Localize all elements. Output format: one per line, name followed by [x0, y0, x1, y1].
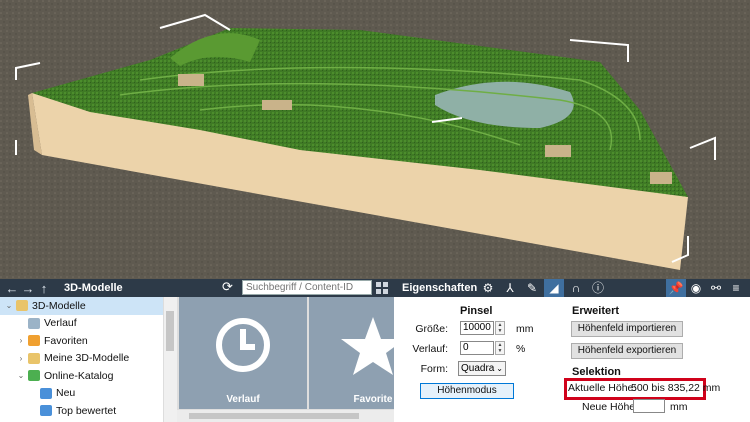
tunnel-icon[interactable]: ∩ — [566, 279, 586, 297]
size-field[interactable]: 10000 — [460, 321, 494, 335]
catalog-toolbar: ← → ↑ 3D-Modelle ⟳ — [0, 279, 394, 297]
gradient-unit: % — [516, 343, 526, 355]
tile-label: Verlauf — [226, 394, 260, 405]
top-rated-icon — [40, 405, 52, 417]
new-height-unit: mm — [670, 401, 688, 413]
pinsel-heading: Pinsel — [460, 305, 493, 317]
chevron-down-icon: ⌄ — [496, 364, 503, 373]
grid-view-icon[interactable] — [376, 282, 388, 294]
shape-value: Quadra — [461, 363, 495, 374]
clock-icon — [216, 318, 270, 372]
chevron-right-icon[interactable]: › — [16, 336, 26, 345]
tree-item[interactable]: › Meine 3D-Modelle — [0, 350, 177, 368]
arrow-right-icon[interactable]: → — [20, 281, 36, 296]
gradient-stepper[interactable]: ▲ ▼ — [495, 341, 505, 355]
eye-icon[interactable]: ◉ — [686, 279, 706, 297]
tree-item-label: Top bewertet — [56, 404, 117, 417]
erweitert-heading: Erweitert — [572, 305, 620, 317]
move-axes-icon[interactable]: ⅄ — [500, 279, 520, 297]
chevron-down-icon[interactable]: ⌄ — [4, 301, 14, 310]
current-height-value: 500 bis 835,22 mm — [631, 382, 721, 394]
tiles-scrollbar[interactable] — [177, 410, 394, 422]
clock-icon — [28, 317, 40, 329]
menu-icon[interactable]: ≡ — [726, 279, 746, 297]
properties-panel: Pinsel Größe: 10000 ▲ ▼ mm Verlauf: 0 ▲ ▼ … — [394, 297, 750, 422]
selektion-heading: Selektion — [572, 366, 621, 378]
size-unit: mm — [516, 323, 534, 335]
tile-verlauf[interactable]: Verlauf — [179, 297, 307, 409]
new-height-label: Neue Höhe: — [582, 401, 639, 413]
import-heightfield-button[interactable]: Höhenfeld importieren — [571, 321, 683, 337]
tile-favoriten[interactable]: Favorite — [309, 297, 394, 409]
globe-icon — [28, 370, 40, 382]
export-heightfield-button[interactable]: Höhenfeld exportieren — [571, 343, 683, 359]
paint-brush-icon[interactable]: ✎ — [522, 279, 542, 297]
tile-label: Favorite — [353, 394, 393, 405]
height-mode-button[interactable]: Höhenmodus — [420, 383, 514, 399]
size-stepper[interactable]: ▲ ▼ — [495, 321, 505, 335]
3d-viewport[interactable] — [0, 0, 750, 279]
catalog-title: 3D-Modelle — [64, 282, 123, 294]
info-icon[interactable]: ⓘ — [588, 279, 608, 297]
pin-icon[interactable]: 📌 — [666, 279, 686, 297]
tree-item-label: Neu — [56, 387, 76, 400]
tree-item-label: Verlauf — [44, 317, 77, 330]
model-tiles: Verlauf Favorite — [177, 297, 394, 422]
new-badge-icon — [40, 387, 52, 399]
star-icon — [341, 317, 394, 375]
search-input[interactable] — [242, 280, 372, 295]
terrain-icon[interactable]: ◢ — [544, 279, 564, 297]
tree-item[interactable]: › Favoriten — [0, 332, 177, 350]
chevron-down-icon[interactable]: ⌄ — [16, 371, 26, 380]
arrow-left-icon[interactable]: ← — [4, 281, 20, 296]
tree-item[interactable]: ⌄ 3D-Modelle — [0, 297, 177, 315]
catalog-tree: ⌄ 3D-Modelle Verlauf › Favoriten › Meine 3D-Mo… — [0, 297, 178, 422]
current-height-label: Aktuelle Höhe: — [568, 382, 637, 394]
gradient-field[interactable]: 0 — [460, 341, 494, 355]
link-icon[interactable]: ⚯ — [706, 279, 726, 297]
tree-item-label: Meine 3D-Modelle — [44, 352, 130, 365]
properties-title: Eigenschaften — [402, 282, 478, 294]
arrow-up-icon[interactable]: ↑ — [36, 281, 52, 296]
gear-icon[interactable]: ⚙ — [478, 279, 498, 297]
tree-scrollbar[interactable] — [163, 297, 177, 422]
tree-item-label: Favoriten — [44, 334, 88, 347]
tree-item[interactable]: Top bewertet — [0, 402, 177, 420]
tree-item-label: 3D-Modelle — [32, 299, 86, 312]
tree-item[interactable]: Neu — [0, 385, 177, 403]
shape-select[interactable]: Quadra ⌄ — [458, 361, 506, 376]
tree-item[interactable]: Verlauf — [0, 315, 177, 333]
size-label: Größe: — [415, 323, 448, 335]
chevron-right-icon[interactable]: › — [16, 354, 26, 363]
tree-item-label: Online-Katalog — [44, 369, 114, 382]
refresh-icon[interactable]: ⟳ — [222, 279, 233, 295]
new-height-field[interactable] — [633, 399, 665, 413]
folder-icon — [16, 300, 28, 312]
tree-item[interactable]: ⌄ Online-Katalog — [0, 367, 177, 385]
folder-icon — [28, 352, 40, 364]
gradient-label: Verlauf: — [412, 343, 448, 355]
properties-toolbar: Eigenschaften ⚙ ⅄ ✎ ◢ ∩ ⓘ 📌 ◉ ⚯ ≡ — [394, 279, 750, 297]
shape-label: Form: — [420, 363, 448, 375]
star-folder-icon — [28, 335, 40, 347]
